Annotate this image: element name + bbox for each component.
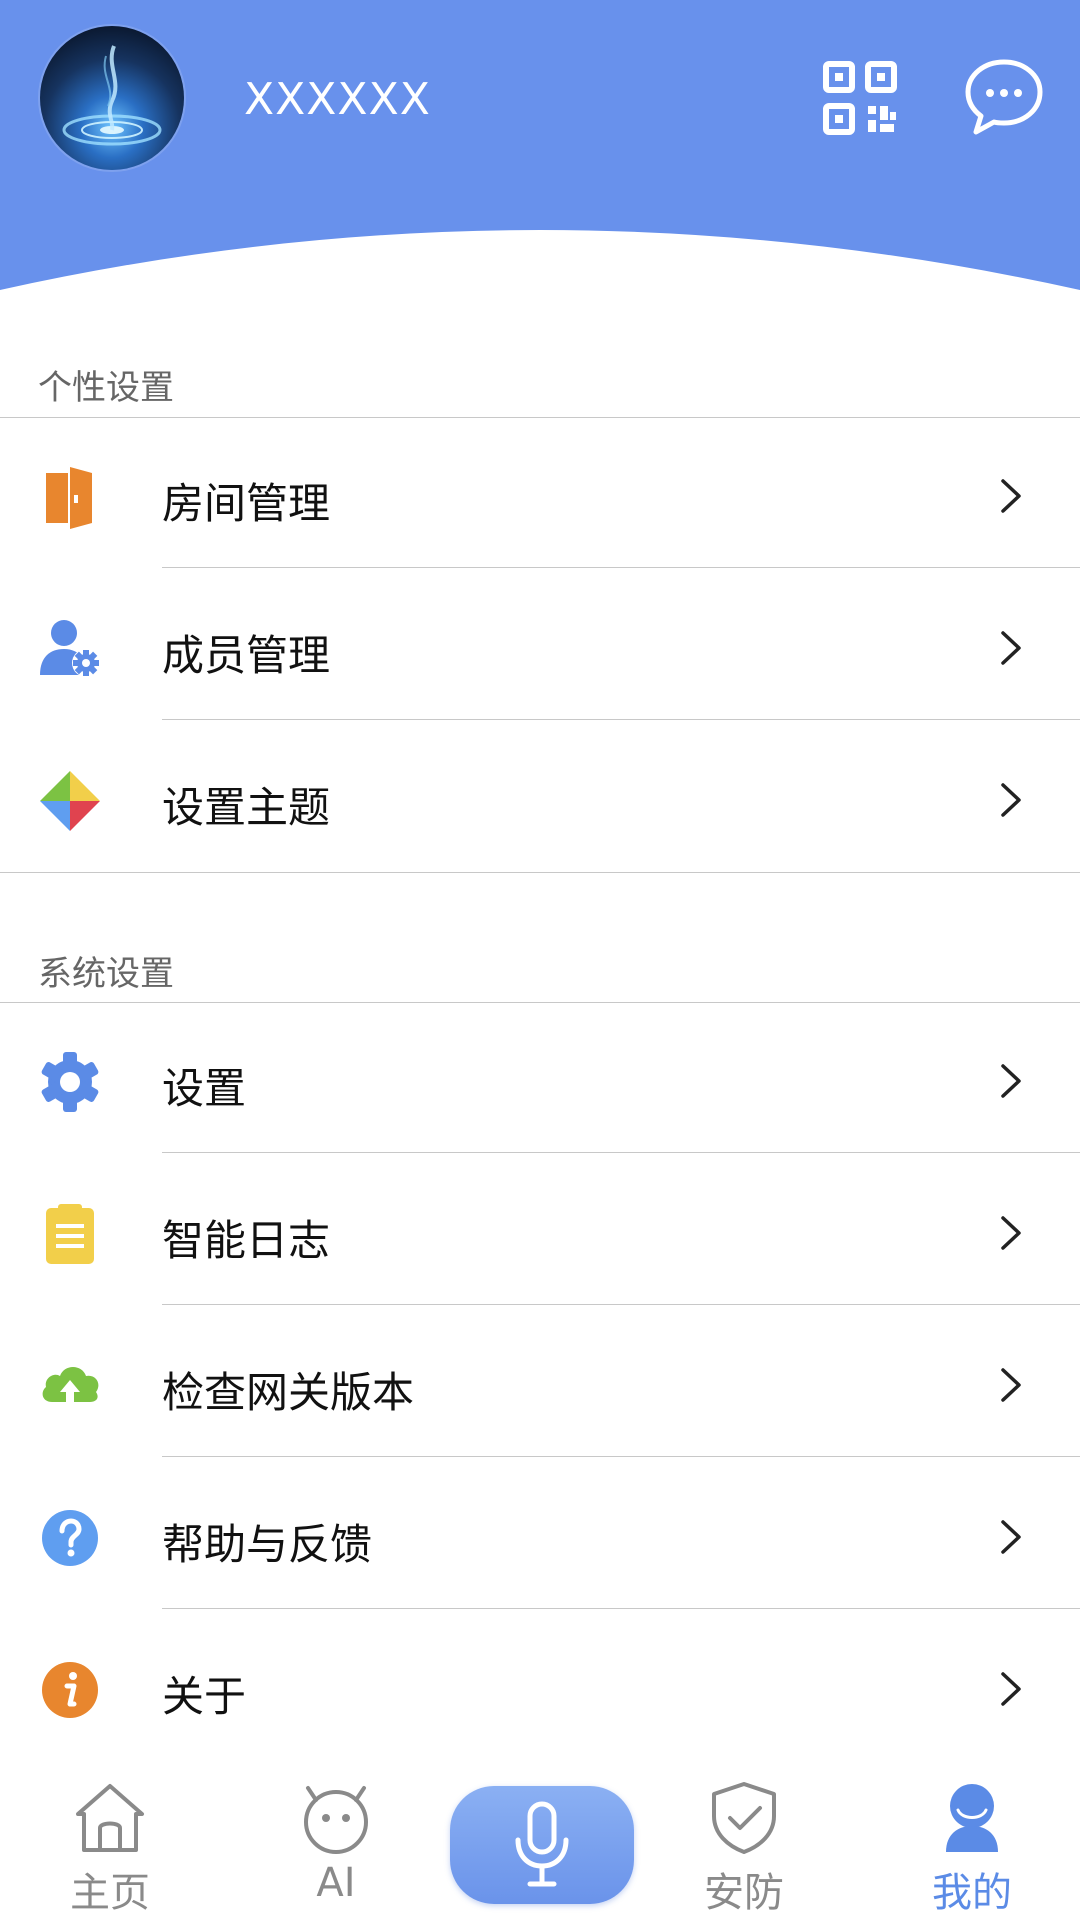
menu-item-label: 关于 — [162, 1672, 247, 1721]
menu-item-label: 房间管理 — [162, 479, 331, 528]
tab-ai[interactable]: AI — [246, 1760, 426, 1920]
menu-item-label: 检查网关版本 — [162, 1368, 415, 1417]
chevron-right-icon — [1001, 631, 1021, 665]
tab-home[interactable]: 主页 — [20, 1760, 200, 1920]
chevron-right-icon — [1001, 479, 1021, 513]
chevron-right-icon — [1001, 1368, 1021, 1402]
row-divider — [162, 567, 1080, 568]
chevron-right-icon — [1001, 783, 1021, 817]
menu-item-label: 设置主题 — [162, 783, 331, 832]
section-title-system: 系统设置 — [38, 954, 174, 994]
tab-security[interactable]: 安防 — [654, 1760, 834, 1920]
menu-item-room-management[interactable]: 房间管理 — [0, 418, 1080, 568]
info-icon — [36, 1656, 104, 1724]
pinwheel-icon — [36, 767, 104, 835]
menu-item-member-management[interactable]: 成员管理 — [0, 570, 1080, 720]
section-divider — [0, 872, 1080, 873]
menu-item-set-theme[interactable]: 设置主题 — [0, 722, 1080, 872]
tab-label: 我的 — [932, 1870, 1012, 1916]
voice-mic-button[interactable] — [450, 1786, 634, 1904]
chevron-right-icon — [1001, 1520, 1021, 1554]
tab-label: 主页 — [70, 1870, 150, 1916]
menu-item-smart-log[interactable]: 智能日志 — [0, 1155, 1080, 1305]
profile-header: XXXXXX — [0, 0, 1080, 300]
home-icon — [76, 1784, 144, 1852]
username: XXXXXX — [244, 74, 431, 125]
bottom-tab-bar: 主页 AI 安防 我的 — [0, 1760, 1080, 1920]
menu-item-label: 帮助与反馈 — [162, 1520, 373, 1569]
shield-check-icon — [712, 1782, 776, 1854]
menu-item-label: 成员管理 — [162, 631, 331, 680]
menu-item-label: 智能日志 — [162, 1216, 331, 1265]
chevron-right-icon — [1001, 1672, 1021, 1706]
header-background — [0, 0, 1080, 290]
door-icon — [36, 463, 104, 531]
help-icon — [36, 1504, 104, 1572]
robot-icon — [304, 1786, 368, 1854]
tab-label: AI — [316, 1860, 356, 1906]
microphone-icon — [515, 1801, 569, 1887]
cloud-upload-icon — [36, 1352, 104, 1420]
menu-item-check-gateway-version[interactable]: 检查网关版本 — [0, 1307, 1080, 1457]
section-title-personal: 个性设置 — [38, 368, 174, 408]
row-divider — [162, 1608, 1080, 1609]
chevron-right-icon — [1001, 1064, 1021, 1098]
chat-bubble-icon[interactable] — [962, 54, 1046, 138]
menu-item-about[interactable]: 关于 — [0, 1611, 1080, 1761]
row-divider — [162, 1304, 1080, 1305]
gear-icon — [36, 1048, 104, 1116]
avatar[interactable] — [40, 26, 184, 170]
tab-label: 安防 — [704, 1870, 784, 1916]
tab-mine[interactable]: 我的 — [882, 1760, 1062, 1920]
qr-code-icon[interactable] — [818, 56, 902, 140]
menu-item-help-feedback[interactable]: 帮助与反馈 — [0, 1459, 1080, 1609]
person-icon — [946, 1784, 998, 1852]
row-divider — [162, 719, 1080, 720]
chevron-right-icon — [1001, 1216, 1021, 1250]
menu-item-label: 设置 — [162, 1064, 247, 1113]
clipboard-icon — [36, 1200, 104, 1268]
row-divider — [162, 1456, 1080, 1457]
user-gear-icon — [36, 615, 104, 683]
row-divider — [162, 1152, 1080, 1153]
menu-item-settings[interactable]: 设置 — [0, 1003, 1080, 1153]
